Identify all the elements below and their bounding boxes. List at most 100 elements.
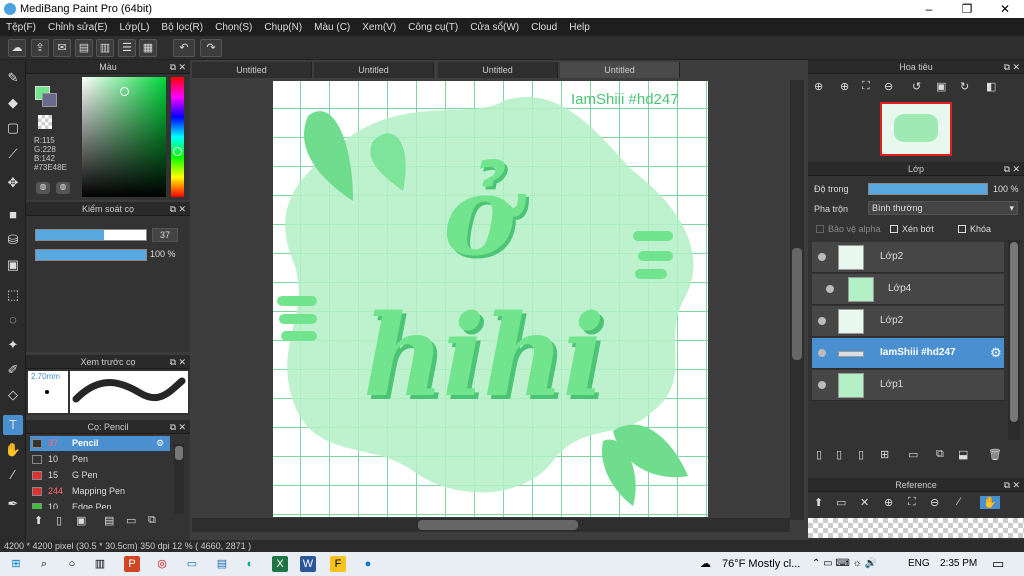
reference-view[interactable] bbox=[808, 518, 1024, 538]
menu-window[interactable]: Cửa sổ(W) bbox=[464, 22, 525, 33]
clock[interactable]: 2:35 PM bbox=[940, 558, 977, 569]
fit-icon[interactable]: ⛶ bbox=[908, 496, 916, 509]
horizontal-scroll-thumb[interactable] bbox=[418, 520, 578, 530]
float-icon[interactable]: ⧉ bbox=[1004, 162, 1010, 176]
select-pen-tool-icon[interactable]: ✐ bbox=[3, 360, 23, 380]
brush-opacity-slider[interactable] bbox=[35, 249, 147, 261]
eye-icon[interactable] bbox=[818, 317, 826, 325]
new-layer-icon[interactable]: ▯ bbox=[816, 448, 822, 461]
doc-tab-4[interactable]: Untitled bbox=[560, 62, 680, 78]
close-button[interactable]: ✕ bbox=[986, 0, 1024, 18]
language-indicator[interactable]: ENG bbox=[908, 558, 930, 569]
menu-file[interactable]: Tệp(F) bbox=[0, 22, 42, 33]
task-view-icon[interactable]: ▥ bbox=[92, 556, 108, 572]
document-icon[interactable]: ▥ bbox=[96, 39, 114, 57]
brush-item-edge-pen[interactable]: 10 Edge Pen bbox=[30, 500, 170, 509]
zoom-in-icon[interactable]: ⊕ bbox=[814, 80, 823, 93]
hand-tool-icon[interactable]: ✋ bbox=[3, 440, 23, 460]
zoom-out-icon[interactable]: ⊖ bbox=[884, 80, 893, 93]
search-icon[interactable]: ⌕ bbox=[36, 556, 52, 572]
gear-icon[interactable]: ⚙ bbox=[990, 345, 1002, 361]
menu-tools[interactable]: Công cụ(T) bbox=[402, 22, 464, 33]
close-reference-icon[interactable]: ✕ bbox=[860, 496, 869, 509]
trash-icon[interactable]: 🗑 bbox=[988, 448, 1002, 461]
close-icon[interactable]: ✕ bbox=[1012, 162, 1020, 176]
brush-item-gpen[interactable]: 15 G Pen bbox=[30, 468, 170, 483]
shape-tool-icon[interactable]: ▢ bbox=[3, 118, 23, 138]
excel-icon[interactable]: X bbox=[272, 556, 288, 572]
new-brush-icon[interactable]: ▯ bbox=[56, 514, 62, 527]
doc-tab-2[interactable]: Untitled bbox=[314, 62, 434, 78]
list-icon[interactable]: ☰ bbox=[118, 39, 136, 57]
gear-icon[interactable]: ⚙ bbox=[156, 436, 164, 451]
color-history-icon[interactable]: ◍ bbox=[56, 182, 70, 194]
eyedropper-icon[interactable]: ⁄ bbox=[958, 496, 960, 508]
brush-size-value[interactable]: 37 bbox=[152, 228, 178, 242]
duplicate-icon[interactable]: ⧉ bbox=[936, 448, 944, 461]
float-icon[interactable]: ⧉ bbox=[1004, 60, 1010, 74]
grid-icon[interactable]: ▦ bbox=[139, 39, 157, 57]
lock-checkbox[interactable] bbox=[958, 225, 966, 233]
eye-icon[interactable] bbox=[826, 285, 834, 293]
new-layer-alt-icon[interactable]: ▯ bbox=[836, 448, 842, 461]
navigator-preview[interactable] bbox=[880, 102, 952, 156]
bucket-tool-icon[interactable]: ⛁ bbox=[3, 230, 23, 250]
picker-cursor[interactable] bbox=[120, 87, 129, 96]
fit-window-icon[interactable]: ▣ bbox=[936, 80, 946, 93]
menu-select[interactable]: Chọn(S) bbox=[209, 22, 258, 33]
background-color-swatch[interactable] bbox=[42, 93, 57, 107]
menu-snap[interactable]: Chụp(N) bbox=[258, 22, 308, 33]
text-tool-icon[interactable]: T bbox=[3, 415, 23, 435]
palette-icon[interactable]: ◍ bbox=[36, 182, 50, 194]
layers-scrollbar[interactable] bbox=[1008, 240, 1020, 440]
menu-help[interactable]: Help bbox=[563, 22, 596, 33]
float-icon[interactable]: ⧉ bbox=[170, 60, 176, 74]
windows-start-icon[interactable]: ⊞ bbox=[8, 556, 24, 572]
eraser-tool-icon[interactable]: ◆ bbox=[3, 93, 23, 113]
folder-icon[interactable]: ▭ bbox=[126, 514, 136, 527]
menu-view[interactable]: Xem(V) bbox=[356, 22, 402, 33]
medibang-taskbar-icon[interactable]: ● bbox=[360, 556, 376, 572]
word-icon[interactable]: W bbox=[300, 556, 316, 572]
minimize-button[interactable]: – bbox=[910, 0, 948, 18]
maximize-button[interactable]: ❐ bbox=[948, 0, 986, 18]
brush-item-mapping-pen[interactable]: 244 Mapping Pen bbox=[30, 484, 170, 499]
eye-icon[interactable] bbox=[818, 253, 826, 261]
add-brush-icon[interactable]: ⬆ bbox=[34, 514, 43, 527]
float-icon[interactable]: ⧉ bbox=[1004, 478, 1010, 492]
menu-layer[interactable]: Lớp(L) bbox=[114, 22, 156, 33]
brush-list-scrollbar[interactable] bbox=[174, 444, 184, 514]
brush-tool-icon[interactable]: ✎ bbox=[3, 68, 23, 88]
menu-color[interactable]: Màu (C) bbox=[308, 22, 356, 33]
flip-icon[interactable]: ◧ bbox=[986, 80, 996, 93]
cloud-icon[interactable]: ☁ bbox=[8, 39, 26, 57]
upload-icon[interactable]: ⬆ bbox=[814, 496, 823, 509]
zoom-in-icon[interactable]: ⊕ bbox=[884, 496, 893, 509]
chat-icon[interactable]: ✉ bbox=[53, 39, 71, 57]
layer-row[interactable]: Lớp2 bbox=[812, 306, 1004, 337]
layer-row[interactable]: Lớp2 bbox=[812, 242, 1004, 273]
fill-rect-tool-icon[interactable]: ■ bbox=[3, 205, 23, 225]
eye-icon[interactable] bbox=[818, 349, 826, 357]
clip-checkbox[interactable] bbox=[890, 225, 898, 233]
layer-row[interactable]: Lớp1 bbox=[812, 370, 1004, 401]
menu-cloud[interactable]: Cloud bbox=[525, 22, 563, 33]
brush-item-pen[interactable]: 10 Pen bbox=[30, 452, 170, 467]
undo-icon[interactable]: ↶ bbox=[173, 39, 195, 57]
app-icon-red[interactable]: ◎ bbox=[154, 556, 170, 572]
file-explorer-icon[interactable]: ▤ bbox=[214, 556, 230, 572]
redo-icon[interactable]: ↷ bbox=[200, 39, 222, 57]
folder-icon[interactable]: ▭ bbox=[908, 448, 918, 461]
hue-slider[interactable] bbox=[171, 77, 184, 197]
brush-menu-icon[interactable]: ▣ bbox=[76, 514, 86, 527]
brush-item-pencil[interactable]: 37 Pencil ⚙ bbox=[30, 436, 170, 451]
edge-icon[interactable]: ◐ bbox=[242, 556, 258, 572]
zoom-out-icon[interactable]: ⊖ bbox=[930, 496, 939, 509]
add-layer-menu-icon[interactable]: ⊞ bbox=[880, 448, 889, 461]
select-eraser-tool-icon[interactable]: ◇ bbox=[3, 385, 23, 405]
move-tool-icon[interactable]: ✥ bbox=[3, 173, 23, 193]
canvas-horizontal-scrollbar[interactable] bbox=[192, 518, 790, 532]
duplicate-icon[interactable]: ⧉ bbox=[148, 514, 156, 527]
rotate-right-icon[interactable]: ↻ bbox=[960, 80, 969, 93]
merge-icon[interactable]: ⬓ bbox=[958, 448, 968, 461]
